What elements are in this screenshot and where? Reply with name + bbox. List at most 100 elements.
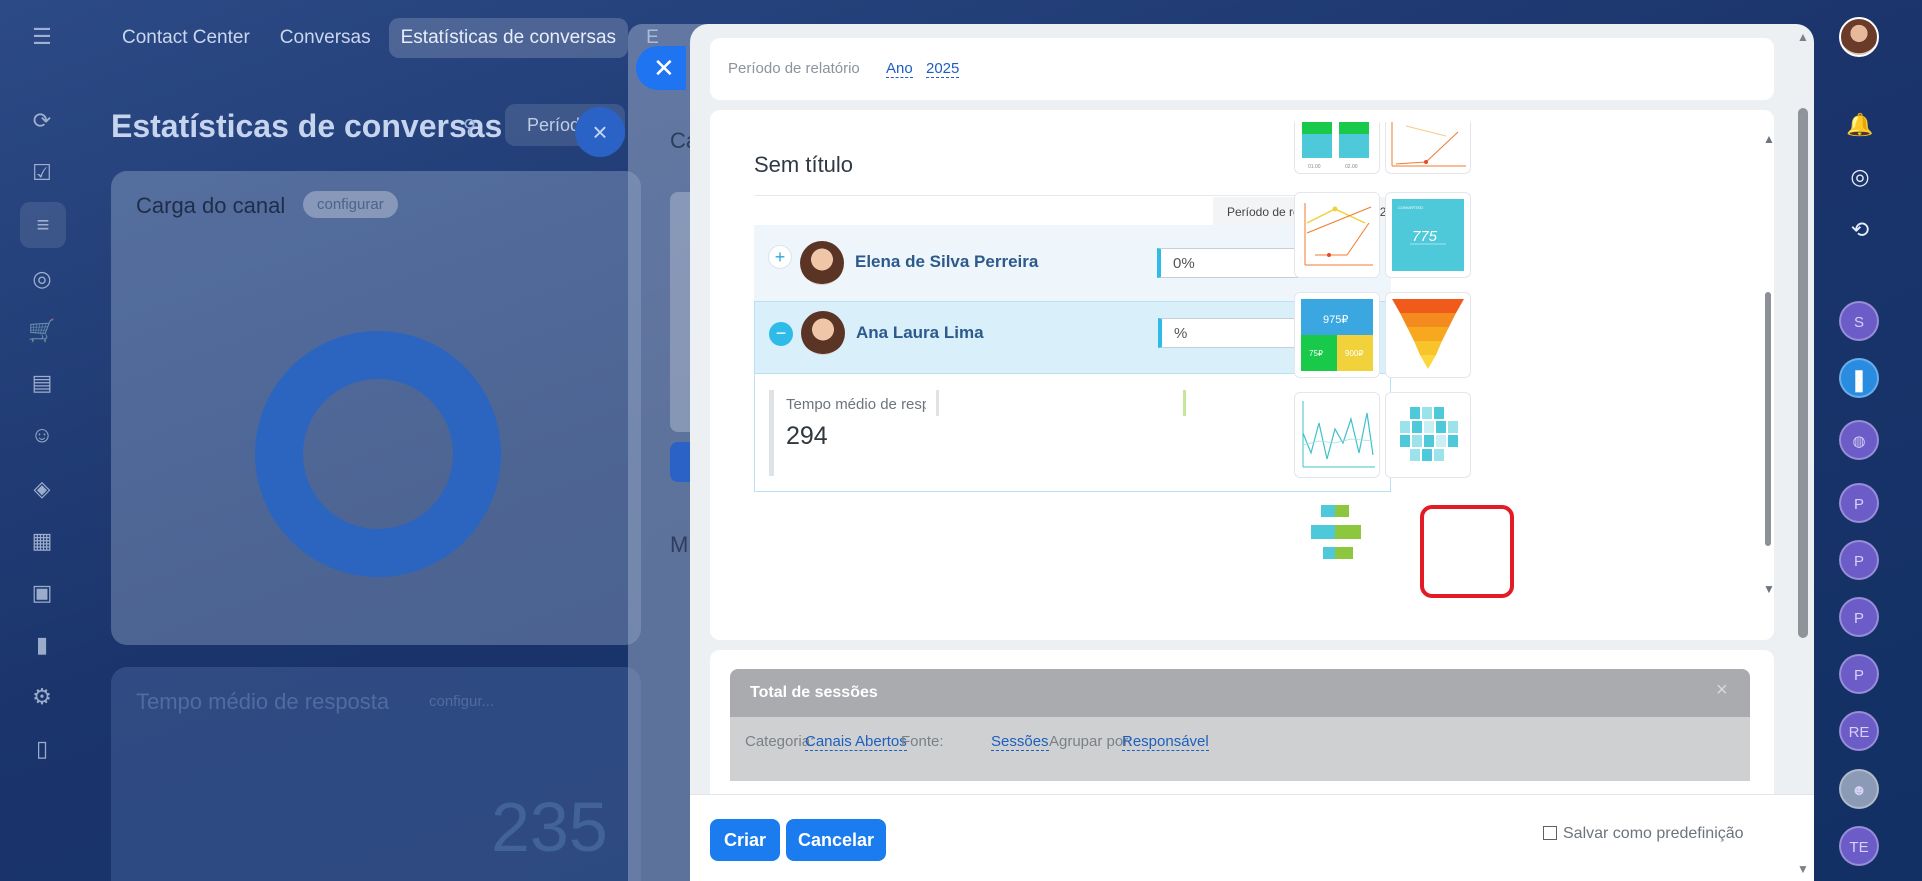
widget-editor-card: Sem título Período de relatório: Ano: 20… <box>710 110 1775 640</box>
nav-conversas[interactable]: Conversas <box>268 18 383 58</box>
response-time-card: Tempo médio de resposta configur... 235 <box>111 667 641 881</box>
box-icon[interactable]: ◈ <box>27 474 57 504</box>
close-icon[interactable]: × <box>1716 679 1728 702</box>
chat-avatar-p4[interactable]: P <box>1839 654 1879 694</box>
calendar-icon[interactable]: ▣ <box>27 578 57 608</box>
card-icon[interactable]: ▤ <box>27 368 57 398</box>
selected-widget-highlight <box>1420 505 1514 598</box>
donut-chart <box>255 331 501 577</box>
employee-name[interactable]: Elena de Silva Perreira <box>855 252 1038 272</box>
tile-value: 75₽ <box>1309 349 1323 358</box>
page-title: Estatísticas de conversas <box>111 108 503 144</box>
document-icon[interactable]: ▯ <box>27 734 57 764</box>
metric-accent-bar <box>769 390 774 476</box>
configure-button[interactable]: configurar <box>303 191 398 218</box>
report-period-bar: Período de relatório Ano 2025 <box>710 38 1774 100</box>
robot-icon[interactable]: ☺ <box>27 420 57 450</box>
expand-icon[interactable]: + <box>768 245 792 269</box>
metric-label: Tempo médio de resposta <box>786 396 926 413</box>
store-icon[interactable]: ▦ <box>27 526 57 556</box>
chat-avatar-cat[interactable]: ☻ <box>1839 769 1879 809</box>
scroll-down-icon[interactable]: ▼ <box>1763 582 1775 596</box>
big-number: 235 <box>491 788 608 866</box>
chat-avatar-te[interactable]: TE <box>1839 826 1879 866</box>
funnel-chart-thumbnail[interactable] <box>1385 292 1471 378</box>
card-title: Tempo médio de resposta <box>136 689 390 714</box>
chat-avatar-p1[interactable]: P <box>1839 483 1879 523</box>
modal-footer: Criar Cancelar Salvar como predefinição <box>690 794 1814 881</box>
target-icon[interactable]: ◎ <box>27 264 57 294</box>
period-year-link[interactable]: 2025 <box>926 60 960 78</box>
filter-icon[interactable]: ≡ <box>20 202 66 248</box>
bell-icon[interactable]: 🔔 <box>1843 108 1877 142</box>
menu-icon[interactable]: ☰ <box>27 22 57 52</box>
period-label: Período de relatório <box>728 60 860 77</box>
metric-value: 294 <box>786 422 828 450</box>
tile-value: 900₽ <box>1345 349 1363 358</box>
linear-chart-thumbnail[interactable] <box>1294 392 1380 478</box>
panel-label: M <box>670 532 689 557</box>
chat-avatar-s[interactable]: S <box>1839 301 1879 341</box>
scroll-up-icon[interactable]: ▲ <box>1763 132 1775 146</box>
tile-value: 775 <box>1412 228 1438 245</box>
create-button[interactable]: Criar <box>710 819 780 861</box>
avatar <box>801 311 845 355</box>
number-widget-thumbnail[interactable]: CONVERTED 775 <box>1385 192 1471 278</box>
save-default-label[interactable]: Salvar como predefinição <box>1563 825 1744 843</box>
bar-chart-thumbnail[interactable]: 01.00 02.00 <box>1294 122 1380 174</box>
chat-group-icon[interactable]: ◍ <box>1839 420 1879 460</box>
chat-sync-icon[interactable]: ⟲ <box>1843 213 1877 247</box>
tasks-icon[interactable]: ☑ <box>27 158 57 188</box>
divider <box>754 195 1374 196</box>
bookmark-icon[interactable]: ❚ <box>1839 358 1879 398</box>
comparison-bars-thumbnail[interactable] <box>1294 492 1380 578</box>
multiline-chart-thumbnail[interactable] <box>1294 192 1380 278</box>
right-sidebar: 🔔 ◎ ⟲ S ❚ ◍ P P P P RE ☻ TE <box>1812 0 1922 881</box>
tick-label: 01.00 <box>1308 164 1321 170</box>
category-link[interactable]: Canais Abertos <box>805 733 907 751</box>
avatar <box>800 241 844 285</box>
save-default-checkbox[interactable] <box>1543 826 1557 840</box>
analytics-icon[interactable]: ▮ <box>27 630 57 660</box>
cart-icon[interactable]: 🛒 <box>27 316 57 346</box>
configure-button[interactable]: configur... <box>429 693 494 710</box>
group-by-label: Agrupar por: <box>1049 733 1133 750</box>
group-by-link[interactable]: Responsável <box>1122 733 1209 751</box>
modal-scroll-up-icon[interactable]: ▲ <box>1797 30 1809 44</box>
nav-estatisticas[interactable]: Estatísticas de conversas <box>388 18 629 58</box>
category-label: Categoria: <box>745 733 815 750</box>
crm-icon[interactable]: ⟳ <box>27 106 57 136</box>
user-avatar[interactable] <box>1839 17 1879 57</box>
tile-label: CONVERTED <box>1398 205 1423 210</box>
line-chart-thumbnail[interactable] <box>1385 122 1471 174</box>
close-slider-icon[interactable]: ✕ <box>636 46 686 90</box>
nav-contact-center[interactable]: Contact Center <box>110 18 262 58</box>
widget-title[interactable]: Sem título <box>754 152 853 178</box>
widget-settings-row: Categoria: Canais Abertos Fonte: Sessões… <box>730 717 1750 781</box>
source-label: Fonte: <box>901 733 944 750</box>
gallery-scrollbar[interactable] <box>1765 292 1771 546</box>
grid-widget-thumbnail[interactable]: 975₽ 75₽ 900₽ <box>1294 292 1380 378</box>
widget-header: Total de sessões × <box>730 669 1750 717</box>
employee-name[interactable]: Ana Laura Lima <box>856 323 984 343</box>
source-link[interactable]: Sessões <box>991 733 1049 751</box>
modal-scroll-down-icon[interactable]: ▼ <box>1797 862 1809 876</box>
collapse-icon[interactable]: − <box>769 322 793 346</box>
chat-avatar-p3[interactable]: P <box>1839 597 1879 637</box>
chat-avatar-re[interactable]: RE <box>1839 711 1879 751</box>
widget-editor-modal: Período de relatório Ano 2025 Sem título… <box>690 24 1814 881</box>
heatmap-thumbnail[interactable] <box>1385 392 1471 478</box>
bg-close-icon[interactable]: × <box>575 107 625 157</box>
cancel-button[interactable]: Cancelar <box>786 819 886 861</box>
chat-avatar-p2[interactable]: P <box>1839 540 1879 580</box>
compass-icon[interactable]: ◎ <box>1843 160 1877 194</box>
modal-scrollbar[interactable] <box>1798 108 1808 638</box>
channel-load-card: Carga do canal configurar <box>111 171 641 645</box>
settings-icon[interactable]: ⚙ <box>27 682 57 712</box>
card-title: Carga do canal <box>136 193 286 218</box>
widget-header-title: Total de sessões <box>750 684 878 701</box>
period-type-link[interactable]: Ano <box>886 60 913 78</box>
metric-separator <box>1183 390 1186 416</box>
tile-value: 975₽ <box>1323 314 1348 326</box>
pin-icon[interactable]: ⚲ <box>463 116 476 137</box>
